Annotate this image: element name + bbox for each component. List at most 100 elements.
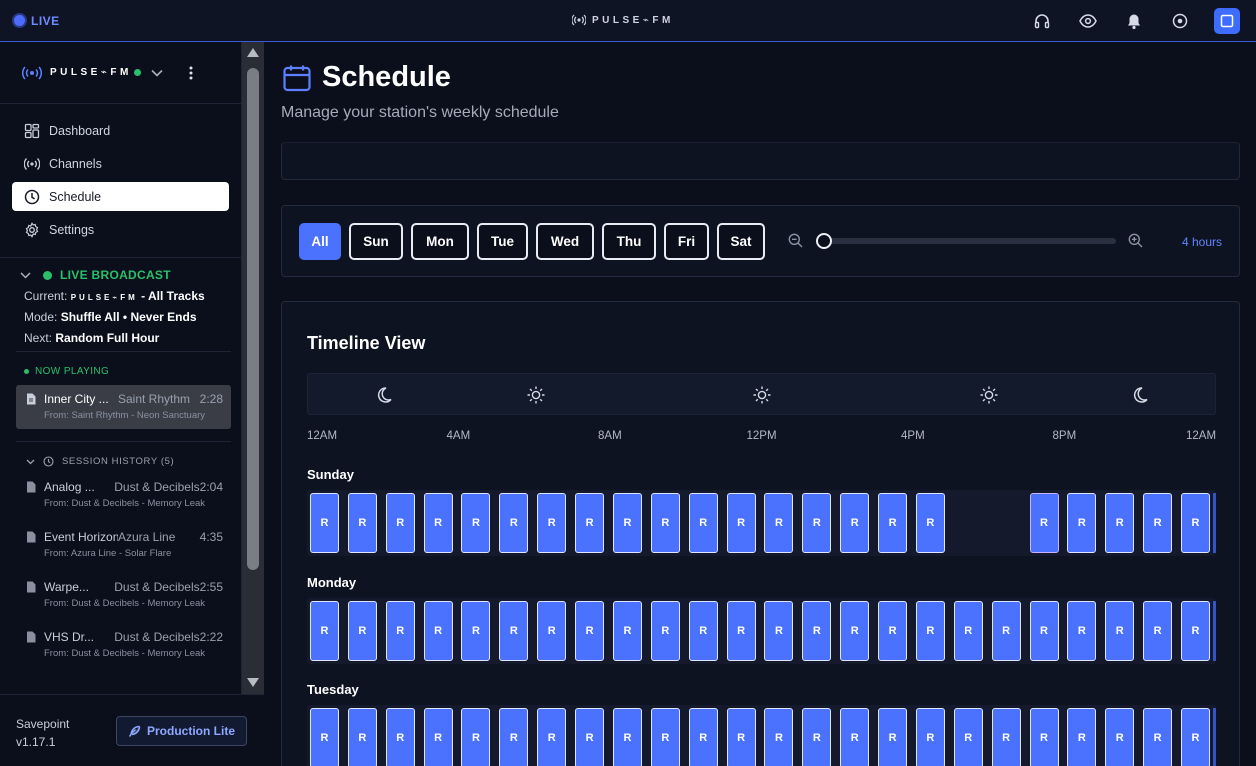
- schedule-slot[interactable]: R: [802, 708, 832, 766]
- schedule-slot[interactable]: R: [764, 708, 794, 766]
- sidebar-item-dashboard[interactable]: Dashboard: [12, 116, 229, 145]
- scroll-down-arrow[interactable]: [247, 678, 259, 687]
- schedule-slot[interactable]: R: [1181, 601, 1210, 661]
- list-item[interactable]: Warpe... Dust & Decibels 2:55 From: Dust &…: [16, 573, 231, 617]
- day-filter-wed[interactable]: Wed: [536, 223, 594, 260]
- sidebar-scrollbar[interactable]: [242, 42, 264, 694]
- list-item[interactable]: Event Horizon Azura Line 4:35 From: Azura …: [16, 523, 231, 567]
- schedule-slot[interactable]: R: [347, 601, 377, 661]
- schedule-slot[interactable]: R: [1143, 708, 1173, 766]
- schedule-slot[interactable]: R: [688, 493, 718, 553]
- schedule-slot[interactable]: R: [537, 601, 567, 661]
- schedule-slot[interactable]: R: [1029, 601, 1059, 661]
- schedule-slot[interactable]: R: [1067, 708, 1097, 766]
- schedule-slot[interactable]: R: [310, 601, 339, 661]
- schedule-slot[interactable]: R: [310, 708, 339, 766]
- schedule-slot[interactable]: R: [385, 708, 415, 766]
- schedule-slot[interactable]: R: [726, 601, 756, 661]
- zoom-in-icon[interactable]: [1128, 233, 1143, 248]
- schedule-slot[interactable]: R: [1143, 493, 1173, 553]
- schedule-slot[interactable]: R: [347, 708, 377, 766]
- schedule-slot[interactable]: R: [1181, 493, 1210, 553]
- schedule-slot[interactable]: R: [575, 601, 605, 661]
- schedule-slot[interactable]: R: [612, 708, 642, 766]
- schedule-slot[interactable]: R: [575, 493, 605, 553]
- schedule-slot[interactable]: R: [878, 708, 908, 766]
- plan-button[interactable]: Production Lite: [116, 716, 247, 746]
- chevron-down-icon[interactable]: [20, 271, 31, 279]
- schedule-slot[interactable]: R: [1029, 708, 1059, 766]
- schedule-slot[interactable]: R: [915, 601, 945, 661]
- schedule-slot[interactable]: R: [461, 601, 491, 661]
- schedule-slot[interactable]: R: [537, 708, 567, 766]
- schedule-slot[interactable]: R: [840, 601, 870, 661]
- now-playing-track[interactable]: Inner City ... Saint Rhythm 2:28 From: S…: [16, 385, 231, 429]
- schedule-slot[interactable]: R: [764, 601, 794, 661]
- zoom-slider[interactable]: [816, 233, 1116, 249]
- schedule-slot[interactable]: R: [347, 493, 377, 553]
- chevron-down-icon[interactable]: [26, 459, 35, 465]
- schedule-slot[interactable]: R: [915, 708, 945, 766]
- schedule-slot[interactable]: R: [1067, 493, 1097, 553]
- day-filter-mon[interactable]: Mon: [411, 223, 469, 260]
- schedule-slot[interactable]: R: [385, 493, 415, 553]
- bell-icon[interactable]: [1122, 9, 1146, 33]
- schedule-slot[interactable]: R: [726, 708, 756, 766]
- sidebar-item-schedule[interactable]: Schedule: [12, 182, 229, 211]
- scroll-up-arrow[interactable]: [247, 48, 259, 57]
- session-history-header[interactable]: SESSION HISTORY (5): [26, 456, 241, 467]
- schedule-slot[interactable]: R: [726, 493, 756, 553]
- more-options-icon[interactable]: [189, 66, 193, 80]
- sidebar-item-settings[interactable]: Settings: [12, 215, 229, 244]
- list-item[interactable]: VHS Dr... Dust & Decibels 2:22 From: Dust …: [16, 623, 231, 667]
- schedule-slot[interactable]: R: [764, 493, 794, 553]
- sidebar-item-channels[interactable]: Channels: [12, 149, 229, 178]
- day-filter-tue[interactable]: Tue: [477, 223, 528, 260]
- schedule-slot[interactable]: R: [1105, 601, 1135, 661]
- schedule-slot[interactable]: R: [1067, 601, 1097, 661]
- day-filter-thu[interactable]: Thu: [602, 223, 656, 260]
- schedule-slot[interactable]: R: [612, 493, 642, 553]
- schedule-slot[interactable]: R: [310, 493, 339, 553]
- schedule-slot[interactable]: R: [499, 493, 529, 553]
- schedule-slot[interactable]: R: [461, 493, 491, 553]
- day-filter-all[interactable]: All: [299, 223, 341, 260]
- schedule-slot[interactable]: R: [840, 493, 870, 553]
- zoom-out-icon[interactable]: [788, 233, 803, 248]
- schedule-slot[interactable]: R: [612, 601, 642, 661]
- schedule-slot[interactable]: R: [878, 601, 908, 661]
- live-broadcast-header[interactable]: LIVE BROADCAST: [20, 268, 241, 282]
- schedule-slot[interactable]: R: [461, 708, 491, 766]
- scroll-thumb[interactable]: [247, 68, 259, 570]
- schedule-slot[interactable]: R: [650, 601, 680, 661]
- schedule-slot[interactable]: R: [802, 601, 832, 661]
- schedule-slot[interactable]: R: [385, 601, 415, 661]
- schedule-slot[interactable]: R: [423, 708, 453, 766]
- day-filter-sun[interactable]: Sun: [349, 223, 403, 260]
- square-icon[interactable]: [1214, 8, 1240, 34]
- list-item[interactable]: Analog ... Dust & Decibels 2:04 From: Dust…: [16, 473, 231, 517]
- eye-icon[interactable]: [1076, 9, 1100, 33]
- schedule-slot[interactable]: R: [499, 708, 529, 766]
- day-filter-sat[interactable]: Sat: [717, 223, 765, 260]
- schedule-slot[interactable]: R: [953, 708, 983, 766]
- schedule-slot[interactable]: R: [688, 708, 718, 766]
- day-filter-fri[interactable]: Fri: [664, 223, 709, 260]
- day-lane-tuesday[interactable]: RRRRRRRRRRRRRRRRRRRRRRRR: [307, 705, 1216, 766]
- sidebar-brand[interactable]: PULSE⌁FM: [0, 42, 241, 104]
- headphones-icon[interactable]: [1030, 9, 1054, 33]
- schedule-slot[interactable]: R: [688, 601, 718, 661]
- schedule-slot[interactable]: R: [499, 601, 529, 661]
- schedule-slot[interactable]: R: [802, 493, 832, 553]
- schedule-slot[interactable]: R: [840, 708, 870, 766]
- schedule-slot[interactable]: R: [1105, 708, 1135, 766]
- day-lane-sunday[interactable]: RRRRRRRRRRRRRRRRRRRRRR: [307, 490, 1216, 556]
- chevron-down-icon[interactable]: [151, 69, 163, 77]
- zoom-slider-handle[interactable]: [816, 233, 832, 249]
- schedule-slot[interactable]: R: [1029, 493, 1059, 553]
- schedule-slot[interactable]: R: [423, 493, 453, 553]
- schedule-slot[interactable]: R: [423, 601, 453, 661]
- schedule-slot[interactable]: R: [878, 493, 908, 553]
- schedule-slot[interactable]: R: [650, 493, 680, 553]
- schedule-slot[interactable]: R: [991, 708, 1021, 766]
